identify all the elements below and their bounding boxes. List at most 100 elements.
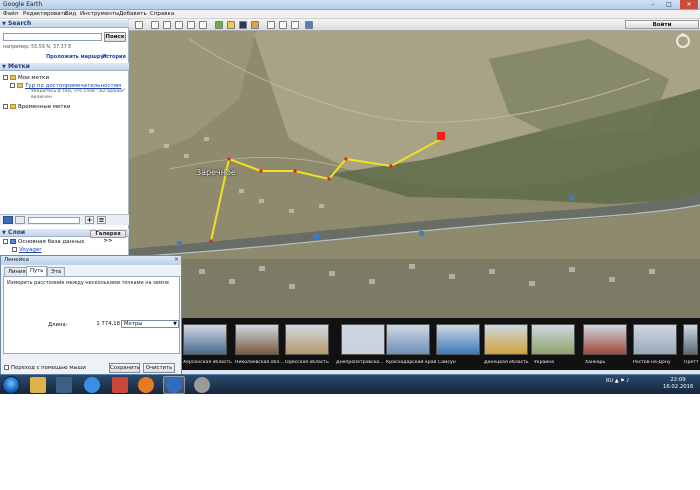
tour-thumb-label: Днепропетровска... [336, 360, 384, 365]
tab-path[interactable]: Путь [26, 266, 48, 276]
sidebar-toggle-icon[interactable] [135, 21, 143, 29]
places-section-header[interactable]: ▼ Метки [0, 63, 129, 71]
tour-thumb-image [634, 325, 676, 354]
ruler-icon[interactable] [251, 21, 259, 29]
tour-thumb-image [236, 325, 278, 354]
tour-thumb[interactable] [633, 324, 677, 355]
print-icon[interactable] [279, 21, 287, 29]
system-tray[interactable]: RU ▲ ⚑ ♪ [606, 378, 629, 384]
gallery-button[interactable]: Галерея >> [90, 230, 126, 244]
mouse-nav-option[interactable]: Переход с помощью мыши [4, 365, 86, 371]
menu-add[interactable]: Добавить [119, 11, 147, 17]
places-view-icon[interactable] [3, 216, 13, 224]
town-label: Заречное [196, 168, 236, 177]
menu-file[interactable]: Файл [3, 11, 18, 17]
menu-help[interactable]: Справка [150, 11, 174, 17]
clear-button[interactable]: Очистить [143, 363, 175, 373]
ruler-end-marker[interactable] [437, 132, 445, 140]
tour-thumb-label: Николаевская обл... [235, 360, 284, 365]
checkbox[interactable] [3, 239, 8, 244]
unit-select[interactable]: Метры ▼ [121, 320, 179, 328]
clock[interactable]: 22:09 16.02.2016 [663, 377, 693, 391]
historical-imagery-icon[interactable] [215, 21, 223, 29]
tree-voyager[interactable]: Voyager [12, 247, 41, 253]
checkbox[interactable] [3, 104, 8, 109]
globe-icon [10, 239, 16, 244]
tour-record-icon[interactable] [199, 21, 207, 29]
tour-thumb-image [342, 325, 384, 354]
tree-temporary[interactable]: Временные метки [3, 104, 70, 110]
checkbox[interactable] [4, 365, 9, 370]
search-section-title: Search [8, 20, 32, 27]
menu-tools[interactable]: Инструменты [80, 11, 119, 17]
save-image-icon[interactable] [291, 21, 299, 29]
navigation-compass-icon[interactable]: N [676, 33, 690, 48]
placemark-icon[interactable] [151, 21, 159, 29]
menu-edit[interactable]: Редактировать [23, 11, 67, 17]
search-section-header[interactable]: ▼ Search [0, 20, 129, 28]
tree-primary-db[interactable]: Основная база данных [3, 239, 84, 245]
minimize-button[interactable]: – [646, 0, 660, 9]
clock-date: 16.02.2016 [663, 384, 694, 390]
tour-thumb-image [532, 325, 574, 354]
checkbox[interactable] [10, 83, 15, 88]
save-button[interactable]: Сохранить [109, 363, 140, 373]
checkbox[interactable] [3, 75, 8, 80]
sign-in-button[interactable]: Войти [625, 20, 699, 29]
search-input[interactable] [3, 33, 102, 41]
path-icon[interactable] [175, 21, 183, 29]
folder-icon [10, 75, 16, 80]
tab-other[interactable]: Эта [47, 267, 66, 276]
explorer-icon[interactable] [30, 377, 46, 393]
paint-icon[interactable] [112, 377, 128, 393]
tour-thumb-label: Херсонская область [183, 360, 232, 365]
tour-thumb[interactable] [484, 324, 528, 355]
history-link[interactable]: История [102, 54, 126, 60]
tour-thumb[interactable] [386, 324, 430, 355]
places-toolbar: + ≡ [0, 214, 129, 225]
firefox-icon[interactable] [138, 377, 154, 393]
tour-thumb[interactable] [285, 324, 329, 355]
tour-thumb[interactable] [531, 324, 575, 355]
places-section-title: Метки [8, 63, 30, 70]
chevron-down-icon: ▼ [173, 321, 177, 327]
tour-thumb[interactable] [583, 324, 627, 355]
tour-thumb[interactable] [683, 324, 698, 355]
media-player-icon[interactable] [194, 377, 210, 393]
image-overlay-icon[interactable] [187, 21, 195, 29]
polygon-icon[interactable] [163, 21, 171, 29]
close-icon[interactable]: × [173, 257, 180, 264]
tour-thumb[interactable] [235, 324, 279, 355]
menu-view[interactable]: Вид [65, 11, 76, 17]
email-icon[interactable] [267, 21, 275, 29]
places-filter-input[interactable] [28, 217, 80, 224]
start-button[interactable] [2, 376, 20, 394]
tree-my-places[interactable]: Мои метки [3, 75, 49, 81]
ie-icon[interactable] [84, 377, 100, 393]
plus-icon[interactable]: + [85, 216, 94, 224]
folder-icon [10, 104, 16, 109]
windows-media-icon[interactable] [56, 377, 72, 393]
google-earth-icon[interactable] [166, 377, 182, 393]
tour-thumb[interactable] [341, 324, 385, 355]
maps-icon[interactable] [305, 21, 313, 29]
taskbar: RU ▲ ⚑ ♪ 22:09 16.02.2016 [0, 374, 700, 394]
voyager-link[interactable]: Voyager [19, 247, 41, 253]
directions-link[interactable]: Проложить маршрут [46, 54, 107, 60]
sunlight-icon[interactable] [227, 21, 235, 29]
minus-icon[interactable]: ≡ [97, 216, 106, 224]
search-button[interactable]: Поиск [104, 32, 126, 42]
maximize-button[interactable]: □ [662, 0, 676, 9]
desktop-screen: Google Earth – □ ✕ Файл Редактировать Ви… [0, 0, 700, 394]
close-button[interactable]: ✕ [680, 0, 698, 9]
ruler-panel: Измерить расстояние между несколькими то… [3, 276, 180, 354]
tour-thumb[interactable] [436, 324, 480, 355]
layers-view-icon[interactable] [15, 216, 25, 224]
temporary-places-label: Временные метки [18, 104, 71, 110]
tour-thumb-label: Украина [534, 360, 555, 365]
checkbox[interactable] [12, 247, 17, 252]
tour-thumb[interactable] [183, 324, 227, 355]
planets-icon[interactable] [239, 21, 247, 29]
tour-thumb-image [286, 325, 328, 354]
length-value: 1 774,18 [96, 321, 120, 327]
